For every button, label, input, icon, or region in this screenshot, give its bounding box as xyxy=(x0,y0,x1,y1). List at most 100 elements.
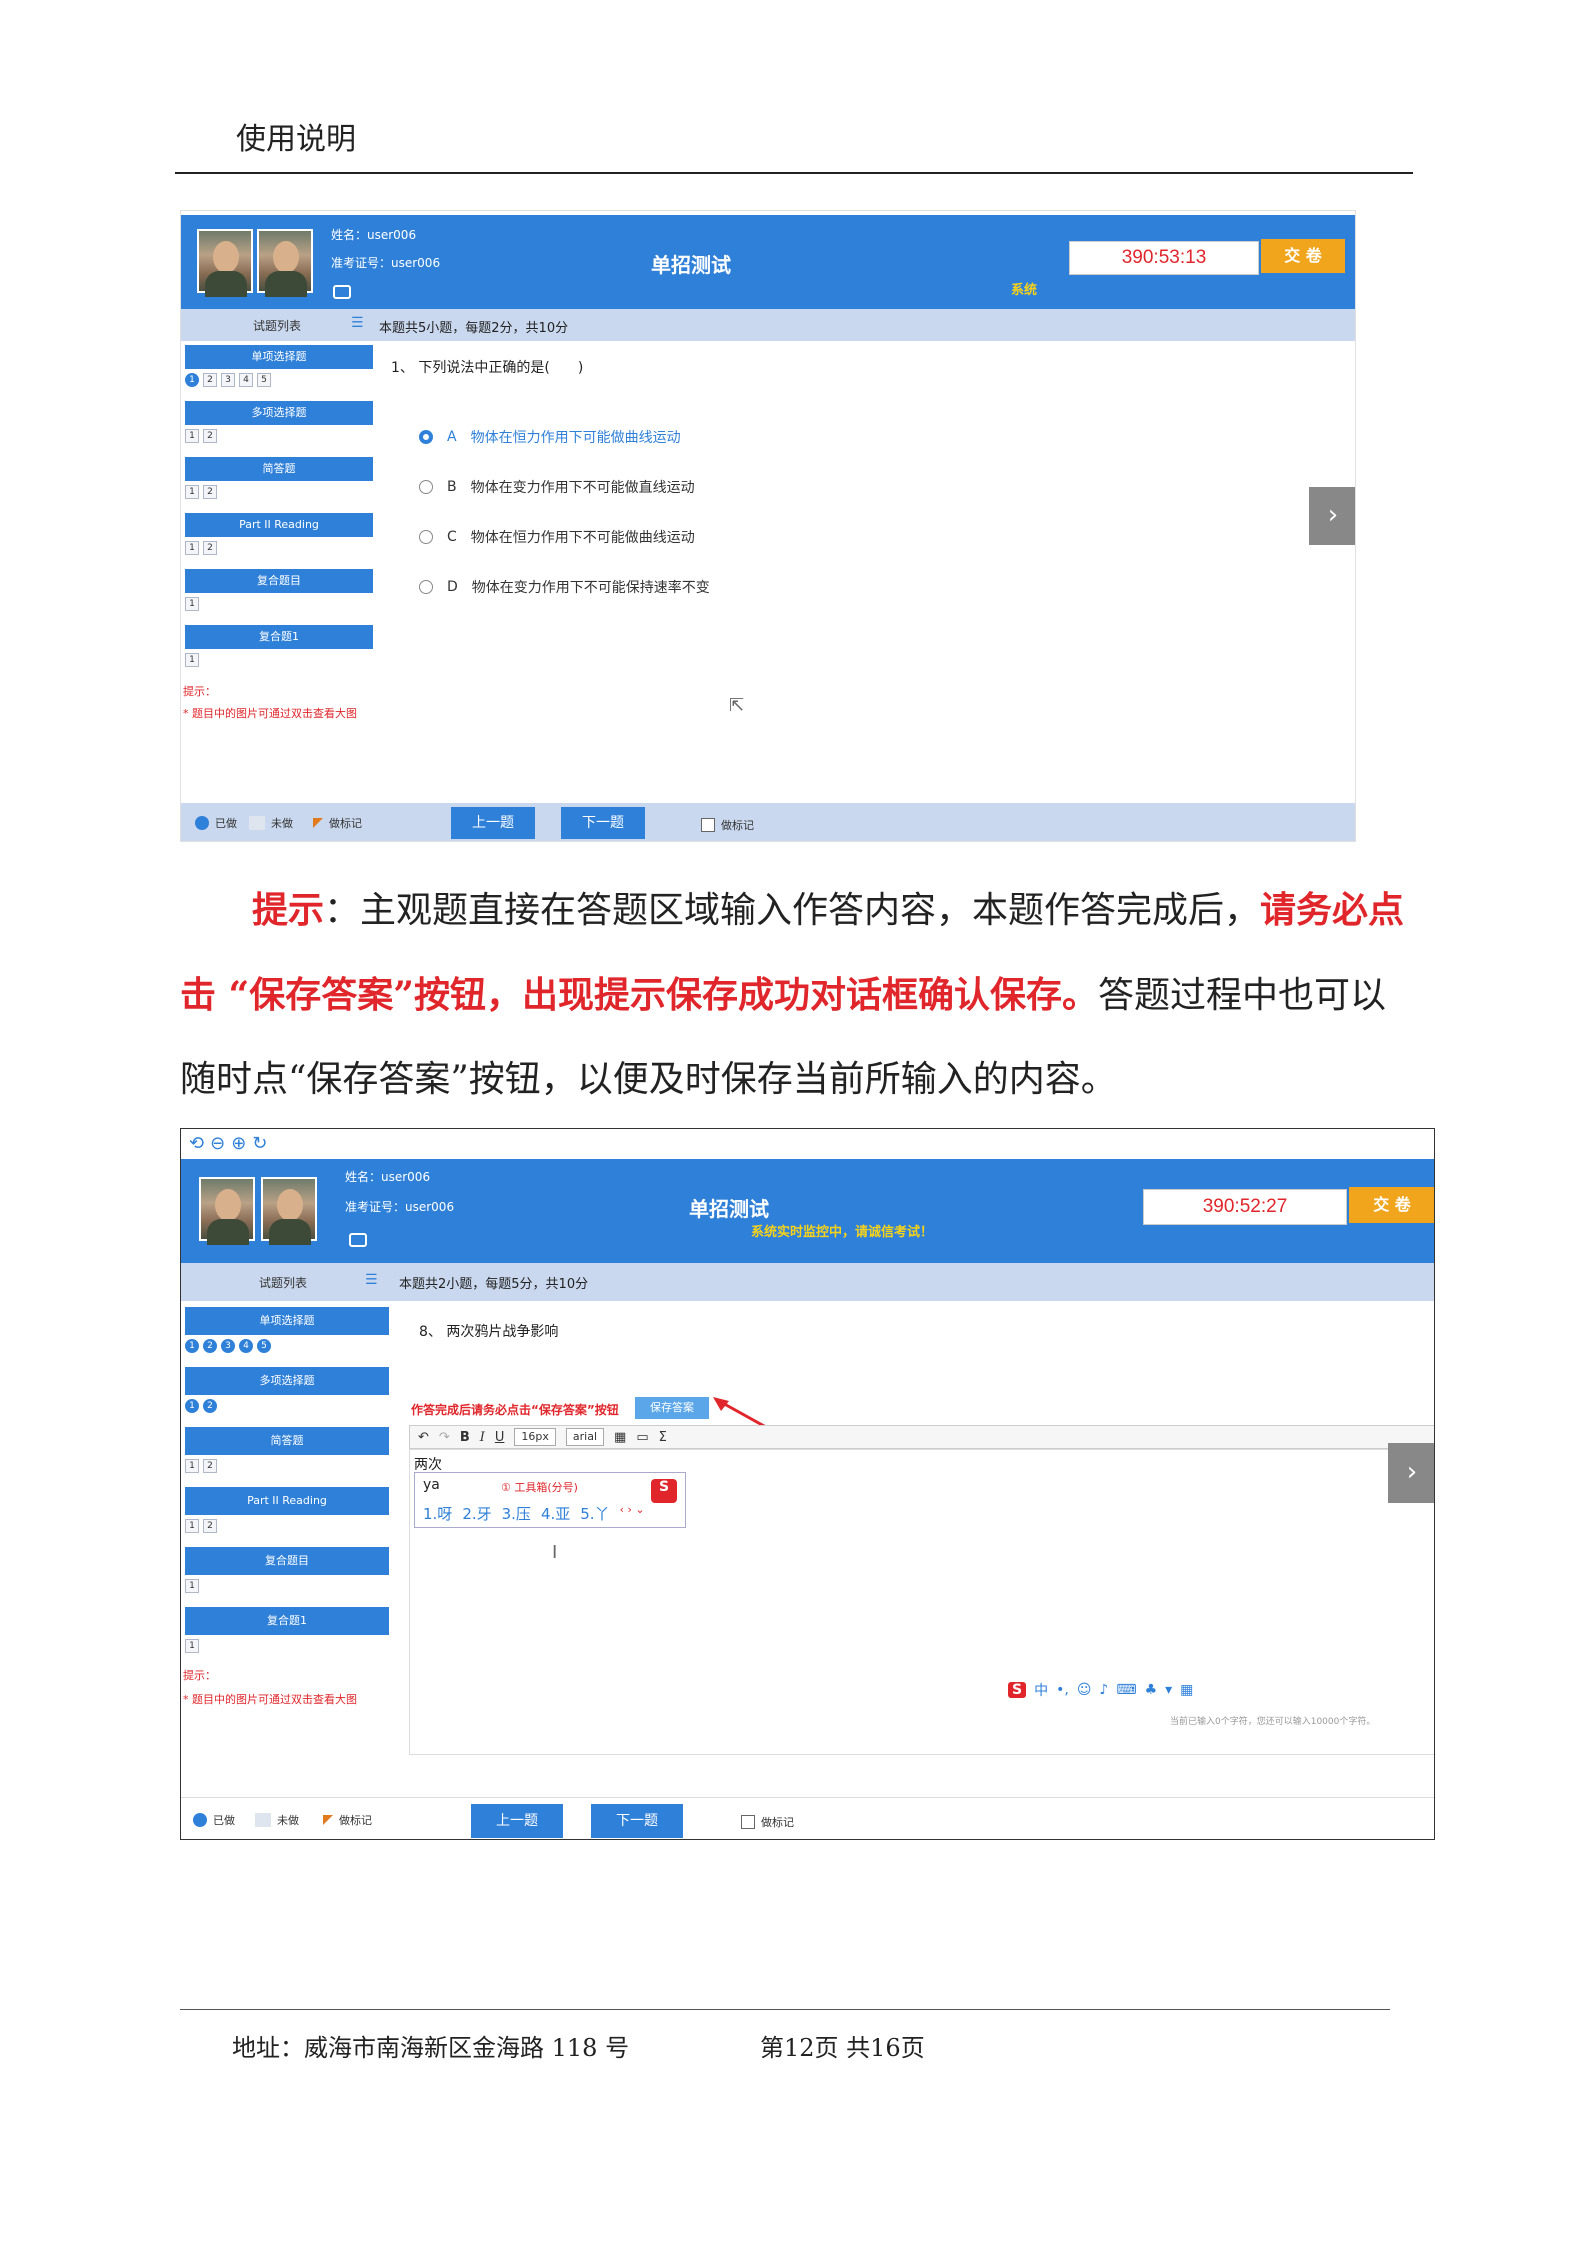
next-question-button[interactable]: 下一题 xyxy=(561,807,645,839)
rotate-icon[interactable]: ⟲ xyxy=(189,1133,204,1154)
refresh-icon[interactable]: ↻ xyxy=(252,1133,267,1154)
question-numbers: 1 xyxy=(185,1579,199,1593)
bold-button[interactable]: B xyxy=(460,1430,470,1445)
next-arrow-button[interactable]: › xyxy=(1309,487,1355,545)
mic-icon[interactable]: ♪ xyxy=(1099,1682,1108,1698)
ime-toolbox[interactable]: ① 工具箱(分号) xyxy=(501,1479,578,1495)
font-size-select[interactable]: 16px xyxy=(514,1428,556,1446)
question-number[interactable]: 1 xyxy=(185,373,199,387)
chat-icon[interactable] xyxy=(333,285,351,299)
skin-icon[interactable]: ♣ xyxy=(1145,1682,1158,1698)
ime-candidate[interactable]: 3.压 xyxy=(502,1503,531,1524)
category-multi-choice[interactable]: 多项选择题 xyxy=(185,401,373,425)
question-number[interactable]: 1 xyxy=(185,1339,199,1353)
option-letter: B xyxy=(447,479,457,495)
ime-chinese-icon[interactable]: 中 xyxy=(1034,1680,1048,1700)
hint-title: 提示： xyxy=(183,1669,216,1682)
italic-button[interactable]: I xyxy=(480,1430,485,1445)
question-number[interactable]: 5 xyxy=(257,1339,271,1353)
table-icon[interactable]: ▦ xyxy=(614,1430,626,1445)
question-number[interactable]: 2 xyxy=(203,1339,217,1353)
ime-page-icon[interactable]: ‹ › ⌄ xyxy=(620,1503,645,1524)
emoji-icon[interactable]: ☺ xyxy=(1077,1682,1092,1698)
font-family-select[interactable]: arial xyxy=(565,1428,605,1446)
prev-question-button[interactable]: 上一题 xyxy=(471,1804,563,1838)
option-d[interactable]: D 物体在变力作用下不可能保持速率不变 xyxy=(419,577,710,597)
question-number[interactable]: 1 xyxy=(185,541,199,555)
option-text: 物体在变力作用下不可能做直线运动 xyxy=(470,480,695,496)
question-number[interactable]: 2 xyxy=(203,373,217,387)
undo-icon[interactable]: ↶ xyxy=(418,1430,429,1445)
question-number[interactable]: 5 xyxy=(257,373,271,387)
chat-icon[interactable] xyxy=(349,1233,367,1247)
category-reading[interactable]: Part II Reading xyxy=(185,1487,389,1515)
question-number[interactable]: 1 xyxy=(185,1459,199,1473)
question-number[interactable]: 1 xyxy=(185,1519,199,1533)
category-multi-choice[interactable]: 多项选择题 xyxy=(185,1367,389,1395)
radio-icon xyxy=(419,530,433,544)
keyboard-icon[interactable]: ⌨ xyxy=(1116,1682,1136,1698)
question-number[interactable]: 1 xyxy=(185,1579,199,1593)
question-number[interactable]: 1 xyxy=(185,429,199,443)
category-single-choice[interactable]: 单项选择题 xyxy=(185,1307,389,1335)
zoom-out-icon[interactable]: ⊖ xyxy=(210,1133,225,1154)
underline-button[interactable]: U xyxy=(495,1430,505,1445)
question-number[interactable]: 2 xyxy=(203,429,217,443)
category-composite[interactable]: 复合题目 xyxy=(185,569,373,593)
ime-candidate[interactable]: 4.亚 xyxy=(541,1503,570,1524)
ime-candidate[interactable]: 2.牙 xyxy=(462,1503,491,1524)
question-number[interactable]: 1 xyxy=(185,485,199,499)
next-question-button[interactable]: 下一题 xyxy=(591,1804,683,1838)
question-number[interactable]: 2 xyxy=(203,541,217,555)
list-icon[interactable]: ☰ xyxy=(351,315,364,331)
question-number[interactable]: 2 xyxy=(203,1399,217,1413)
submit-button[interactable]: 交 卷 xyxy=(1349,1187,1434,1223)
category-composite-1[interactable]: 复合题1 xyxy=(185,625,373,649)
next-arrow-button[interactable]: › xyxy=(1388,1443,1434,1503)
list-icon[interactable]: ☰ xyxy=(365,1272,378,1288)
avatar xyxy=(199,1177,255,1245)
save-answer-button[interactable]: 保存答案 xyxy=(635,1397,709,1419)
question-number[interactable]: 2 xyxy=(203,1519,217,1533)
category-composite[interactable]: 复合题目 xyxy=(185,1547,389,1575)
subheader-bar: 试题列表 ☰ 本题共5小题，每题2分，共10分 xyxy=(181,309,1355,341)
option-a[interactable]: A 物体在恒力作用下可能做曲线运动 xyxy=(419,427,681,447)
mark-checkbox[interactable]: 做标记 xyxy=(741,1814,794,1830)
question-number[interactable]: 1 xyxy=(185,597,199,611)
legend-done: 已做 xyxy=(195,815,237,831)
option-b[interactable]: B 物体在变力作用下不可能做直线运动 xyxy=(419,477,695,497)
avatar xyxy=(197,229,253,297)
question-number[interactable]: 4 xyxy=(239,1339,253,1353)
ime-candidate[interactable]: 1.呀 xyxy=(423,1503,452,1524)
category-single-choice[interactable]: 单项选择题 xyxy=(185,345,373,369)
mouse-cursor-icon: ⇱ xyxy=(729,695,745,716)
question-number[interactable]: 1 xyxy=(185,1399,199,1413)
instruction-paragraph: 提示：主观题直接在答题区域输入作答内容，本题作答完成后，请务必点击 “保存答案”… xyxy=(180,868,1410,1122)
question-number[interactable]: 3 xyxy=(221,1339,235,1353)
mark-checkbox[interactable]: 做标记 xyxy=(701,817,754,833)
shirt-icon[interactable]: ▾ xyxy=(1165,1682,1172,1698)
option-c[interactable]: C 物体在恒力作用下不可能做曲线运动 xyxy=(419,527,695,547)
prev-question-button[interactable]: 上一题 xyxy=(451,807,535,839)
formula-icon[interactable]: Σ xyxy=(659,1430,667,1445)
question-number[interactable]: 1 xyxy=(185,1639,199,1653)
question-number[interactable]: 1 xyxy=(185,653,199,667)
question-number[interactable]: 3 xyxy=(221,373,235,387)
zoom-in-icon[interactable]: ⊕ xyxy=(231,1133,246,1154)
answer-editor[interactable]: 两次 ya ① 工具箱(分号) S 1.呀 2.牙 3.压 4.亚 5.丫 ‹ … xyxy=(409,1449,1434,1755)
category-short-answer[interactable]: 简答题 xyxy=(185,457,373,481)
save-hint: 作答完成后请务必点击“保存答案”按钮 xyxy=(411,1403,619,1417)
submit-button[interactable]: 交 卷 xyxy=(1261,239,1345,273)
image-icon[interactable]: ▭ xyxy=(636,1430,648,1445)
ime-candidate[interactable]: 5.丫 xyxy=(580,1503,609,1524)
grid-icon[interactable]: ▦ xyxy=(1180,1682,1193,1698)
question-number[interactable]: 4 xyxy=(239,373,253,387)
question-number[interactable]: 2 xyxy=(203,485,217,499)
ime-punct-icon[interactable]: •, xyxy=(1056,1682,1069,1698)
question-number[interactable]: 2 xyxy=(203,1459,217,1473)
category-short-answer[interactable]: 简答题 xyxy=(185,1427,389,1455)
category-reading[interactable]: Part II Reading xyxy=(185,513,373,537)
category-composite-1[interactable]: 复合题1 xyxy=(185,1607,389,1635)
candidate-name: 姓名：user006 xyxy=(331,228,417,242)
redo-icon[interactable]: ↷ xyxy=(439,1430,450,1445)
